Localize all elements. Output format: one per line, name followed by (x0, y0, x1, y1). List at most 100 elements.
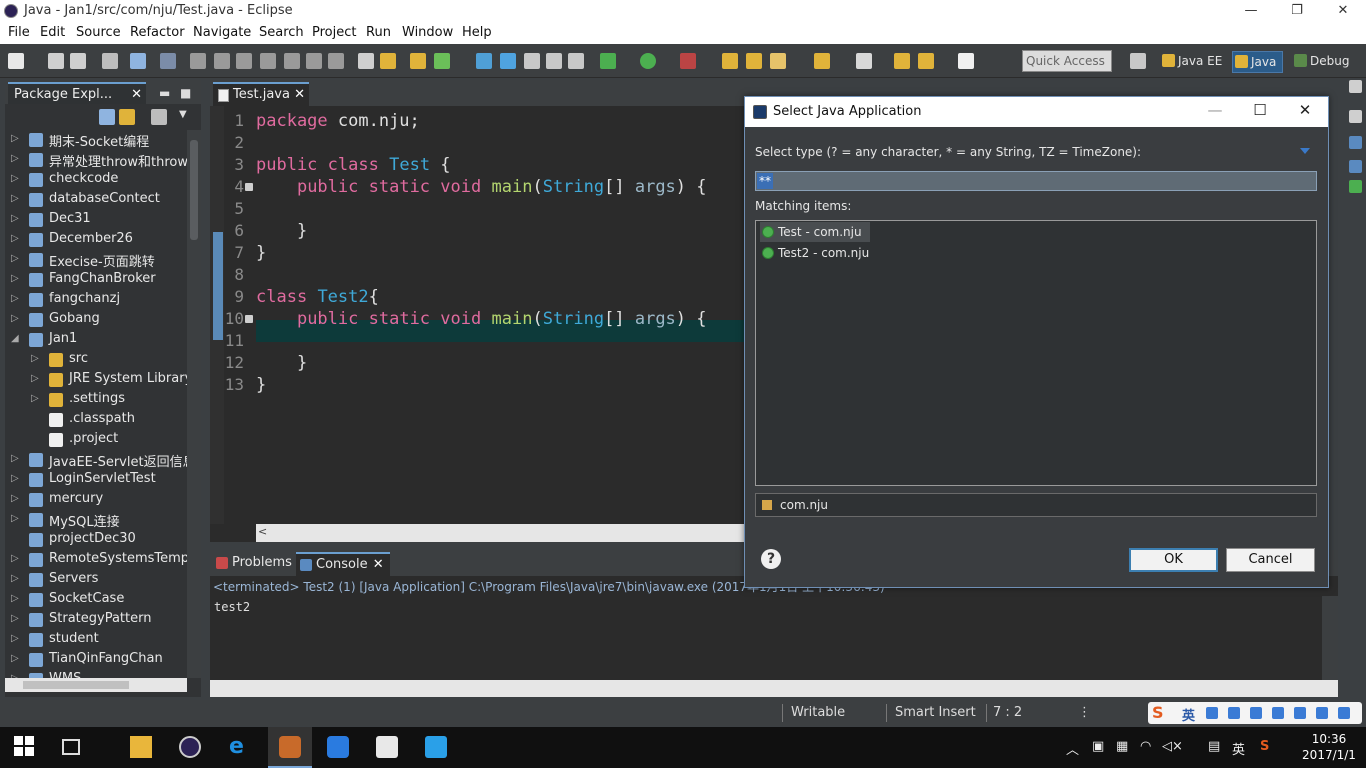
collapse-all-icon[interactable] (99, 109, 115, 125)
eclipse-taskbar-icon[interactable] (179, 736, 201, 758)
ok-button[interactable]: OK (1129, 548, 1218, 572)
collapsed-arrow-icon[interactable]: ▷ (11, 513, 19, 524)
keyboard-icon[interactable] (1272, 707, 1284, 719)
status-menu-icon[interactable]: ⋮ (1078, 705, 1091, 720)
close-icon[interactable]: ✕ (294, 84, 305, 106)
microphone-icon[interactable] (1250, 707, 1262, 719)
restore-button[interactable]: ❐ (1274, 0, 1320, 22)
matching-items-list[interactable]: Test - com.nju Test2 - com.nju (755, 220, 1317, 486)
collapsed-arrow-icon[interactable]: ▷ (11, 233, 19, 244)
fold-toggle-icon[interactable] (245, 315, 253, 323)
input-language-indicator[interactable]: 英 (1232, 739, 1245, 758)
minimize-view-icon[interactable]: ▬ (159, 86, 170, 100)
annotation-icon[interactable] (814, 53, 830, 69)
security-shield-icon[interactable] (327, 736, 349, 758)
print-icon[interactable] (102, 53, 118, 69)
tree-item[interactable]: ▷ TianQinFangChan (5, 650, 187, 670)
sogou-tray-icon[interactable]: S (1260, 739, 1269, 754)
type-filter-input[interactable]: ** (755, 171, 1317, 191)
collapsed-arrow-icon[interactable]: ▷ (11, 453, 19, 464)
menu-run[interactable]: Run (366, 25, 391, 40)
menu-window[interactable]: Window (402, 25, 453, 40)
task-list-icon[interactable] (1349, 110, 1362, 123)
suspend-icon[interactable] (214, 53, 230, 69)
tree-item[interactable]: ▷ MySQL连接 (5, 510, 187, 530)
tree-item[interactable]: ▷ 期末-Socket编程 (5, 130, 187, 150)
volume-muted-icon[interactable]: ◁× (1162, 739, 1183, 754)
step-over-icon[interactable] (306, 53, 322, 69)
punctuation-icon[interactable] (1228, 707, 1240, 719)
toggle-mark-icon[interactable] (524, 53, 540, 69)
search-icon[interactable] (500, 53, 516, 69)
toggle-icon[interactable] (130, 53, 146, 69)
tray-app-icon[interactable]: ▣ (1092, 739, 1104, 754)
sogou-icon[interactable]: S (1152, 703, 1164, 722)
open-type-icon[interactable] (476, 53, 492, 69)
close-icon[interactable]: ✕ (373, 554, 384, 576)
quick-access-input[interactable]: Quick Access (1022, 50, 1112, 72)
tree-item[interactable]: ▷ student (5, 630, 187, 650)
terminate-icon[interactable] (236, 53, 252, 69)
collapsed-arrow-icon[interactable]: ▷ (31, 373, 39, 384)
collapsed-arrow-icon[interactable]: ▷ (11, 593, 19, 604)
collapsed-arrow-icon[interactable]: ▷ (11, 173, 19, 184)
menu-navigate[interactable]: Navigate (193, 25, 251, 40)
back-arrow-icon[interactable] (918, 53, 934, 69)
tree-item[interactable]: ▷ JavaEE-Servlet返回信息 (5, 450, 187, 470)
chat-icon[interactable] (376, 736, 398, 758)
code-line[interactable]: public static void main(String[] args) { (256, 176, 750, 198)
start-icon[interactable] (14, 736, 36, 758)
tree-item[interactable]: ▷ Dec31 (5, 210, 187, 230)
wps-icon[interactable] (425, 736, 447, 758)
collapsed-arrow-icon[interactable]: ▷ (11, 293, 19, 304)
tree-horizontal-scrollbar[interactable] (5, 678, 187, 692)
code-line[interactable] (256, 132, 750, 154)
tree-item[interactable]: ▷ LoginServletTest (5, 470, 187, 490)
menu-refactor[interactable]: Refactor (130, 25, 185, 40)
collapsed-arrow-icon[interactable]: ▷ (11, 273, 19, 284)
code-line[interactable] (256, 198, 750, 220)
tab-problems[interactable]: Problems (212, 552, 294, 576)
collapsed-arrow-icon[interactable]: ▷ (11, 493, 19, 504)
collapsed-arrow-icon[interactable]: ▷ (31, 353, 39, 364)
tree-item[interactable]: ▷ .settings (5, 390, 187, 410)
resume-icon[interactable] (190, 53, 206, 69)
junit-icon[interactable] (1349, 180, 1362, 193)
collapsed-arrow-icon[interactable]: ▷ (11, 473, 19, 484)
tree-item[interactable]: ▷ Gobang (5, 310, 187, 330)
dialog-close-button[interactable]: ✕ (1285, 101, 1325, 119)
code-line[interactable] (256, 330, 750, 352)
step-into-icon[interactable] (284, 53, 300, 69)
new-package-icon[interactable] (410, 53, 426, 69)
console-vertical-scrollbar[interactable] (1322, 596, 1338, 680)
outline-icon[interactable] (1349, 136, 1362, 149)
coverage-icon[interactable] (680, 53, 696, 69)
debug-icon[interactable] (600, 53, 616, 69)
edge-icon[interactable]: e (229, 736, 251, 758)
collapsed-arrow-icon[interactable]: ▷ (11, 553, 19, 564)
code-line[interactable] (256, 264, 750, 286)
run-icon[interactable] (640, 53, 656, 69)
tree-item[interactable]: .project (5, 430, 187, 450)
block-selection-icon[interactable] (568, 53, 584, 69)
code-line[interactable]: } (256, 242, 750, 264)
tree-item[interactable]: ▷ Execise-页面跳转 (5, 250, 187, 270)
tree-item[interactable]: ▷ FangChanBroker (5, 270, 187, 290)
use-step-filters-icon[interactable] (358, 53, 374, 69)
collapsed-arrow-icon[interactable]: ▷ (11, 193, 19, 204)
code-line[interactable]: public class Test { (256, 154, 750, 176)
menu-edit[interactable]: Edit (40, 25, 65, 40)
action-center-icon[interactable]: ▤ (1208, 739, 1220, 754)
save-icon[interactable] (48, 53, 64, 69)
save-all-icon[interactable] (70, 53, 86, 69)
perspective-java-ee[interactable]: Java EE (1160, 51, 1222, 73)
menu-file[interactable]: File (8, 25, 30, 40)
dialog-maximize-button[interactable]: ☐ (1240, 101, 1280, 119)
code-line[interactable]: class Test2{ (256, 286, 750, 308)
tree-item[interactable]: ▷ RemoteSystemsTempFil (5, 550, 187, 570)
pin-editor-icon[interactable] (856, 53, 872, 69)
close-button[interactable]: ✕ (1320, 0, 1366, 22)
code-line[interactable]: } (256, 220, 750, 242)
tree-item[interactable]: ▷ mercury (5, 490, 187, 510)
tree-vertical-scrollbar[interactable] (187, 130, 201, 678)
